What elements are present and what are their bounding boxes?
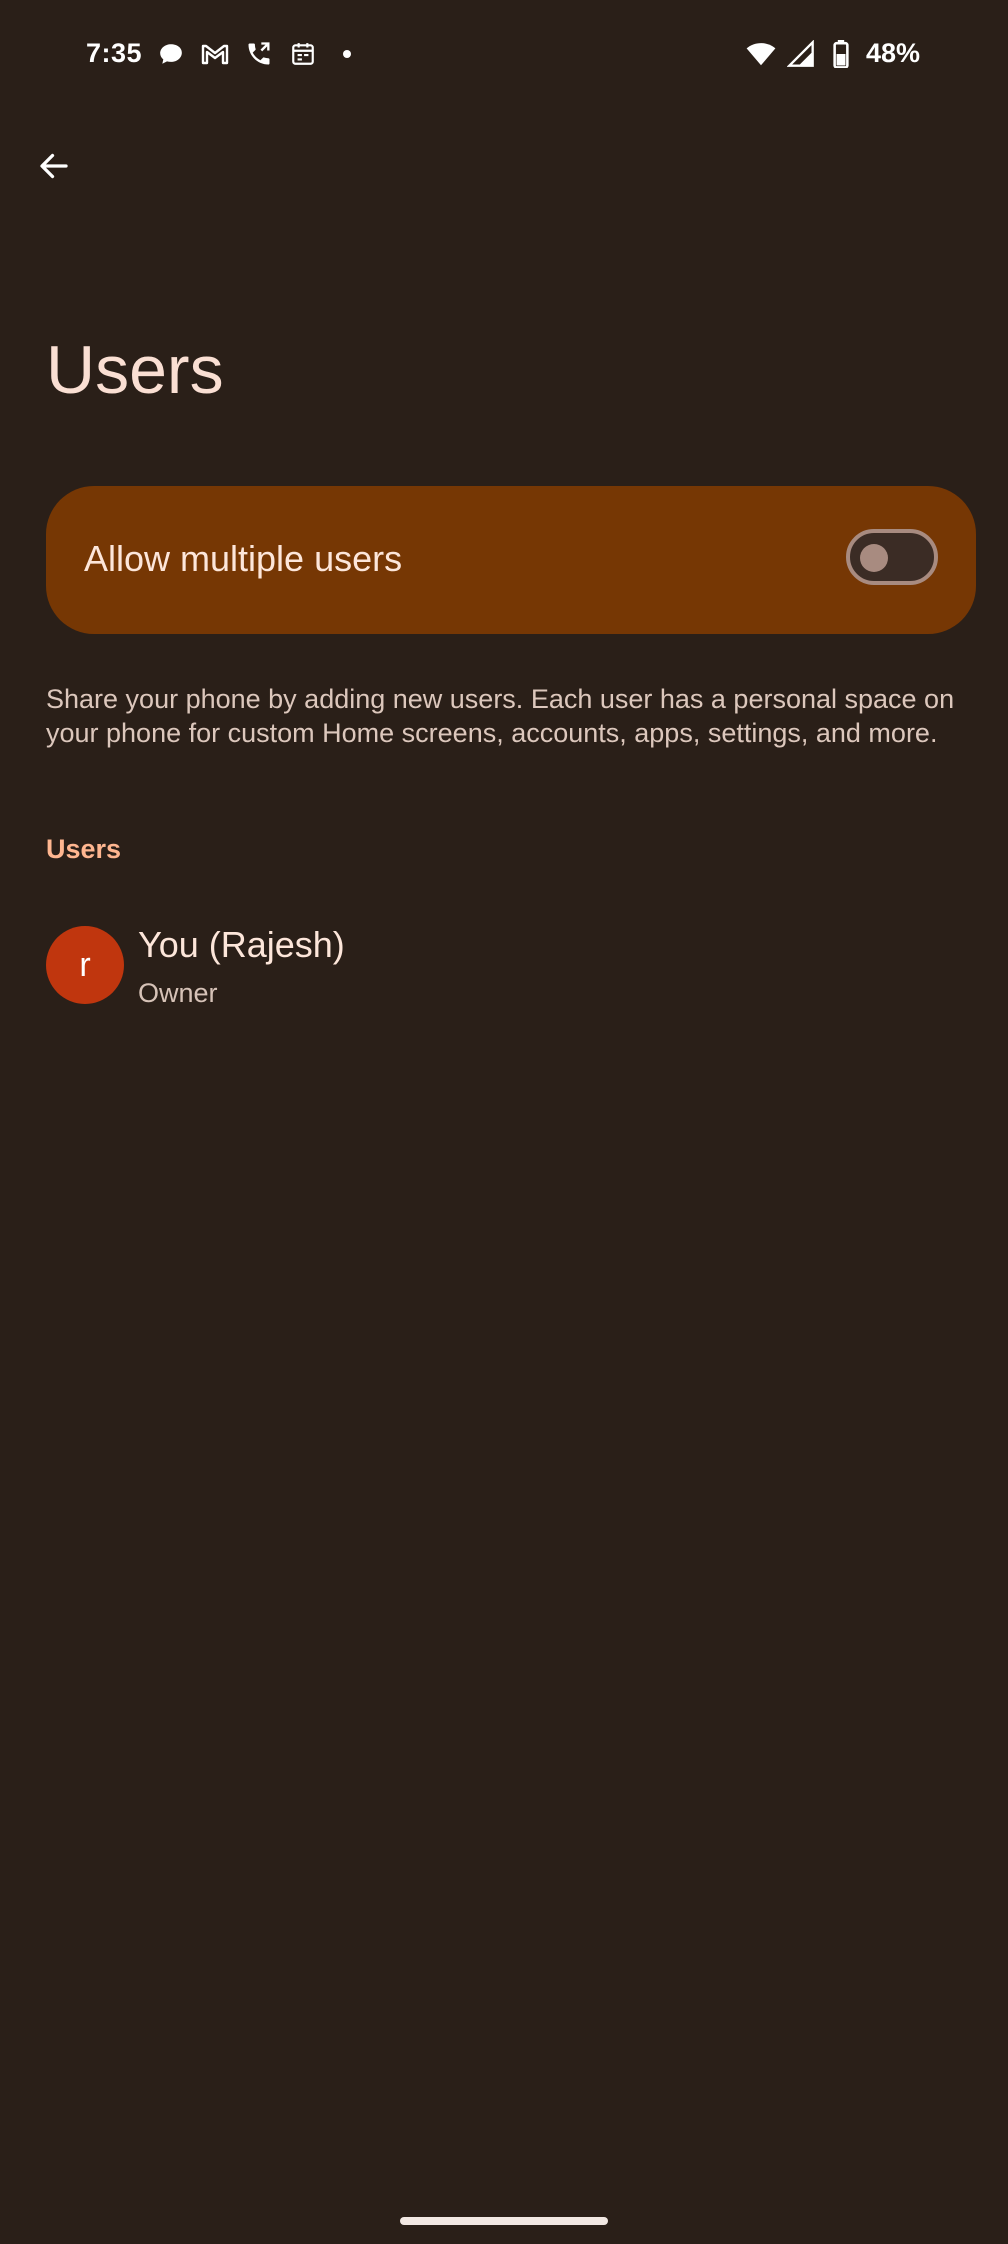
user-role: Owner [138, 978, 218, 1008]
status-right: 48% [746, 38, 920, 69]
status-bar: 7:35 48% [0, 0, 1008, 114]
gmail-icon [200, 39, 230, 69]
toggle-switch[interactable] [846, 529, 938, 585]
user-list-item[interactable]: r You (Rajesh) Owner [0, 906, 1008, 1030]
battery-icon [826, 39, 856, 69]
call-forward-icon [244, 39, 274, 69]
gesture-nav-handle[interactable] [400, 2217, 608, 2225]
chat-icon [156, 39, 186, 69]
calendar-icon [288, 39, 318, 69]
signal-icon [786, 39, 816, 69]
status-time: 7:35 [86, 38, 143, 68]
toggle-label: Allow multiple users [84, 538, 403, 579]
user-name: You (Rajesh) [138, 924, 345, 965]
back-arrow-icon [36, 148, 72, 189]
status-left: 7:35 [86, 38, 362, 69]
dot-icon [332, 39, 362, 69]
battery-percentage: 48% [865, 38, 920, 68]
page-title: Users [46, 332, 224, 408]
wifi-icon [746, 39, 776, 69]
avatar: r [46, 926, 124, 1004]
switch-thumb [860, 544, 888, 572]
back-button[interactable] [24, 138, 84, 198]
section-header-users: Users [46, 834, 122, 864]
description-text: Share your phone by adding new users. Ea… [46, 684, 955, 748]
allow-multiple-users-toggle[interactable]: Allow multiple users [46, 486, 976, 634]
